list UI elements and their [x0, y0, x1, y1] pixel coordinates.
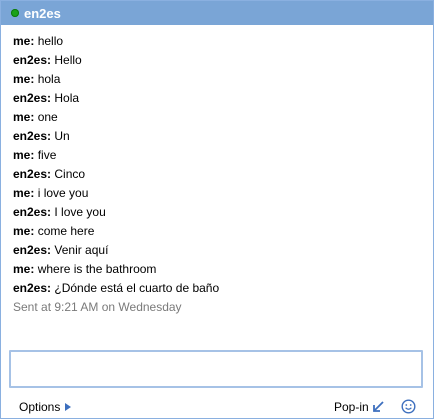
message-sender: me:	[13, 224, 35, 238]
message-text: one	[37, 110, 58, 124]
message-sender: en2es:	[13, 167, 52, 181]
message-text: come here	[37, 224, 95, 238]
message-sender: me:	[13, 186, 35, 200]
chat-message: me: hello	[13, 34, 423, 53]
message-sender: en2es:	[13, 91, 52, 105]
chat-message: me: i love you	[13, 186, 423, 205]
message-sender: en2es:	[13, 129, 52, 143]
options-label: Options	[19, 400, 61, 414]
chat-message: en2es: Hello	[13, 53, 423, 72]
message-sender: me:	[13, 72, 35, 86]
chat-message: me: hola	[13, 72, 423, 91]
chat-titlebar[interactable]: en2es	[1, 1, 433, 25]
message-text: hola	[37, 72, 61, 86]
message-text: where is the bathroom	[37, 262, 157, 276]
chat-message: me: five	[13, 148, 423, 167]
chat-message: me: come here	[13, 224, 423, 243]
chat-message: en2es: I love you	[13, 205, 423, 224]
message-text: Cinco	[54, 167, 86, 181]
message-sender: en2es:	[13, 243, 52, 257]
options-button[interactable]: Options	[19, 400, 72, 414]
pop-in-button[interactable]: Pop-in	[334, 400, 384, 414]
message-sender: en2es:	[13, 281, 52, 295]
chat-footer: Options Pop-in	[1, 398, 433, 416]
message-text: Hello	[54, 53, 82, 67]
smiley-icon[interactable]	[401, 399, 416, 414]
chat-message: en2es: Hola	[13, 91, 423, 110]
chat-window: en2es me: hello en2es: Hello me: hola en2es…	[0, 0, 434, 419]
chat-message: me: where is the bathroom	[13, 262, 423, 281]
chat-message: me: one	[13, 110, 423, 129]
message-sender: en2es:	[13, 205, 52, 219]
sent-timestamp: Sent at 9:21 AM on Wednesday	[13, 300, 182, 314]
message-text: Venir aquí	[54, 243, 109, 257]
chat-message: en2es: Venir aquí	[13, 243, 423, 262]
message-text: hello	[37, 34, 64, 48]
message-text: Hola	[54, 91, 80, 105]
message-sender: me:	[13, 148, 35, 162]
chat-title: en2es	[24, 5, 61, 21]
message-text: five	[37, 148, 57, 162]
message-list: me: hello en2es: Hello me: hola en2es: Hola…	[13, 34, 423, 315]
chat-message: en2es: Cinco	[13, 167, 423, 186]
message-input[interactable]	[9, 350, 423, 388]
arrow-down-left-icon	[372, 401, 384, 412]
message-sender: me:	[13, 262, 35, 276]
pop-in-label: Pop-in	[334, 400, 369, 414]
message-text: Un	[54, 129, 70, 143]
online-status-icon	[11, 9, 19, 17]
message-sender: en2es:	[13, 53, 52, 67]
chat-message: en2es: Un	[13, 129, 423, 148]
message-sender: me:	[13, 34, 35, 48]
triangle-right-icon	[65, 403, 72, 411]
message-text: ¿Dónde está el cuarto de baño	[54, 281, 220, 295]
message-text: I love you	[54, 205, 106, 219]
chat-message: en2es: ¿Dónde está el cuarto de baño	[13, 281, 423, 300]
message-text: i love you	[37, 186, 89, 200]
message-sender: me:	[13, 110, 35, 124]
